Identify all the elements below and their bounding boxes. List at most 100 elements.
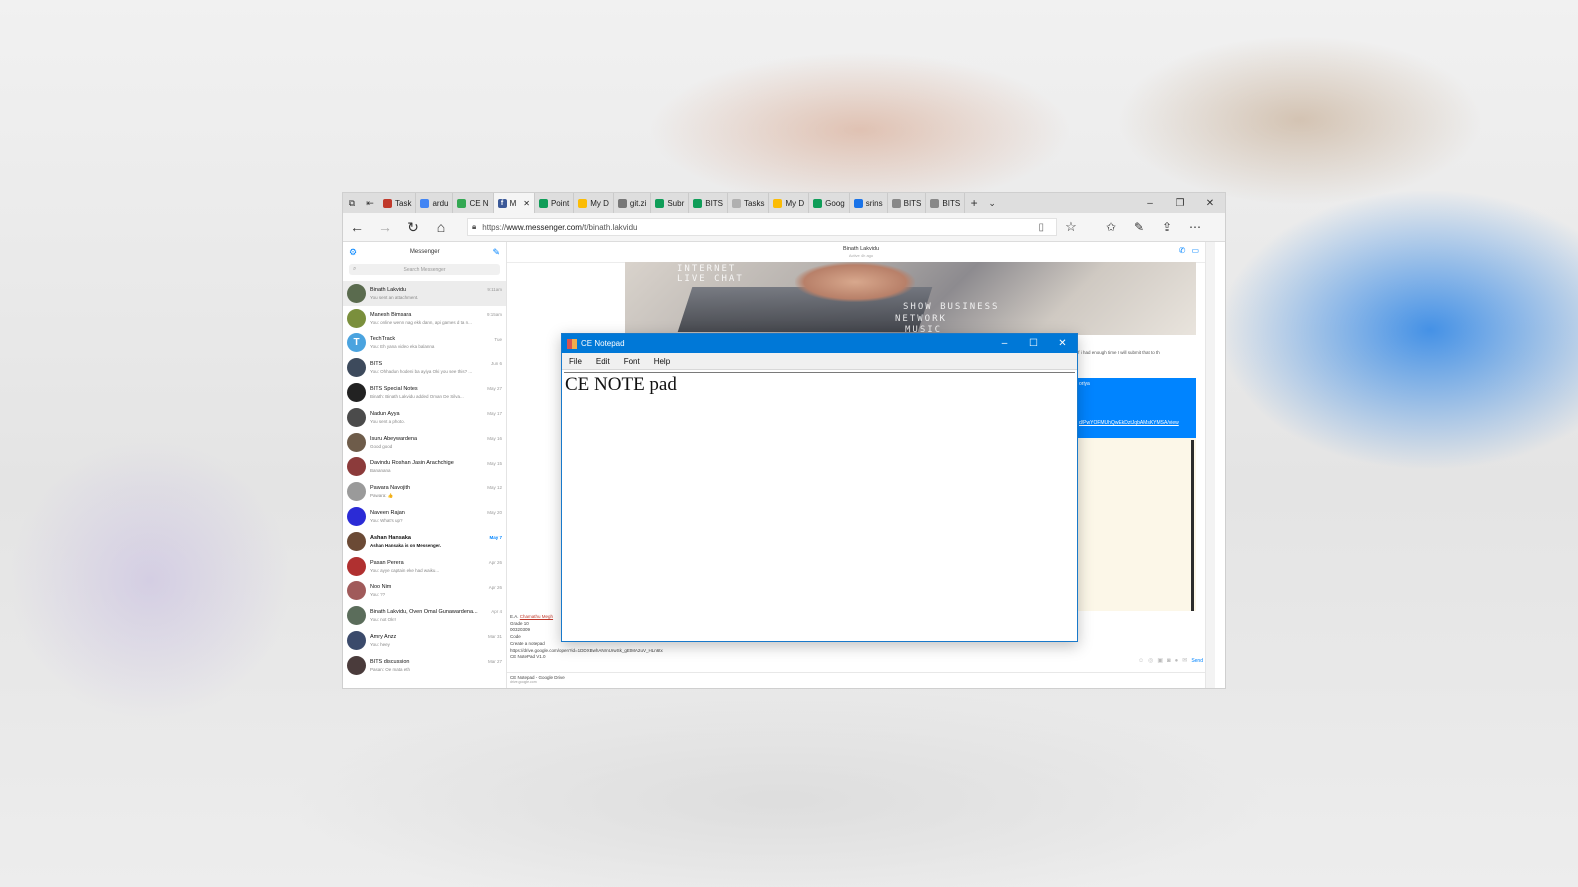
conversation-item[interactable]: T TechTrack You: Eh yana video eka balanna…: [343, 331, 506, 356]
game-icon[interactable]: ●: [1175, 658, 1179, 664]
sticker-icon[interactable]: ◎: [1148, 657, 1153, 664]
conversation-item[interactable]: Binath Lakvidu, Oven Omal Gunawardena...…: [343, 603, 506, 628]
conversation-item[interactable]: Binath Lakvidu You sent an attachment. 9:1…: [343, 281, 506, 306]
browser-tab[interactable]: Tasks: [728, 193, 770, 213]
conversation-item[interactable]: BITS You: Ohhadun hodeni ba ayiya Oki you…: [343, 355, 506, 380]
conversation-snippet: You: heey: [370, 642, 390, 648]
reading-view-icon[interactable]: ▯: [1038, 222, 1044, 233]
tab-close-icon[interactable]: ✕: [523, 199, 530, 208]
conversation-body: Pawara Navojith Pawara: 👍: [370, 485, 480, 499]
tab-favicon-icon: [891, 198, 901, 208]
back-arrow-icon[interactable]: ←: [343, 213, 371, 241]
conversation-item[interactable]: Pawara Navojith Pawara: 👍 May 12: [343, 479, 506, 504]
tab-favicon-icon: [693, 198, 703, 208]
phone-icon[interactable]: ✆: [1179, 246, 1186, 257]
shared-image[interactable]: INTERNET LIVE CHAT SHOW BUSINESS NETWORK…: [625, 262, 1196, 335]
tab-favicon-icon: [383, 198, 392, 208]
tab-favicon-icon: [457, 198, 467, 208]
conversation-item[interactable]: Nadun Ayya You sent a photo. May 17: [343, 405, 506, 430]
payment-icon[interactable]: ✉: [1182, 657, 1187, 664]
tab-label: BITS: [903, 198, 922, 208]
browser-tab[interactable]: My D: [769, 193, 810, 213]
notepad-title-bar[interactable]: CE Notepad – ☐ ✕: [562, 334, 1077, 353]
sent-message-link[interactable]: d/PwYOFMUhQwEkDztJqbAMsKYMSA/view: [1079, 420, 1179, 426]
set-aside-tabs-icon[interactable]: ⇤: [361, 193, 379, 213]
conversation-item[interactable]: Pasan Perera You: ayye captain eke had wa…: [343, 554, 506, 579]
tab-favicon-icon: [617, 198, 627, 208]
conversation-item[interactable]: BITS discussion Pasan: Oe mata eth Mar 27: [343, 653, 506, 678]
tab-label: M: [509, 198, 517, 208]
conversation-item[interactable]: Davindu Roshan Jasin Arachchige Bananana M…: [343, 455, 506, 480]
address-bar[interactable]: 🔒︎ https://www.messenger.com/t/binath.la…: [467, 218, 1057, 236]
camera-icon[interactable]: ◙: [1167, 658, 1171, 664]
browser-tab[interactable]: f M ✕: [493, 193, 535, 213]
notepad-menu-file[interactable]: File: [562, 357, 589, 366]
favorite-star-icon[interactable]: ☆: [1057, 213, 1085, 241]
conversation-item[interactable]: Manesh Bimsara You: online wenn nag ekk d…: [343, 306, 506, 331]
message-text: If i had enough time I will submit that …: [1077, 350, 1160, 355]
tab-list: Task ardu CE N f M ✕ Point My D git.zi Subr BITS Ta…: [379, 193, 966, 213]
browser-tab[interactable]: CE N: [453, 193, 494, 213]
browser-tab[interactable]: Task: [379, 193, 417, 213]
hand-graphic: [795, 262, 915, 302]
notepad-minimize-button[interactable]: –: [990, 334, 1019, 353]
gif-icon[interactable]: ▣: [1157, 657, 1163, 664]
browser-tab[interactable]: My D: [574, 193, 614, 213]
tab-list-chevron-down-icon[interactable]: ⌄: [983, 193, 1001, 213]
notepad-close-button[interactable]: ✕: [1048, 334, 1077, 353]
conversation-item[interactable]: Isuru Abeywardena Good good May 16: [343, 430, 506, 455]
notepad-menu-font[interactable]: Font: [617, 357, 647, 366]
new-tab-icon[interactable]: +: [965, 193, 983, 213]
browser-tab[interactable]: ardu: [416, 193, 454, 213]
lock-icon: 🔒︎: [472, 222, 477, 231]
gear-icon[interactable]: ⚙: [349, 247, 357, 258]
web-note-pen-icon[interactable]: ✎: [1125, 213, 1153, 241]
conversation-item[interactable]: BITS Special Notes Binath: Binath Lakvidu…: [343, 380, 506, 405]
video-icon[interactable]: ▭: [1191, 246, 1199, 257]
conversation-name: Binath Lakvidu: [370, 286, 407, 293]
conversation-name: Amry Anzz: [370, 634, 397, 641]
refresh-icon[interactable]: ↻: [399, 213, 427, 241]
attachment-preview[interactable]: CE Notepad - Google Drive drive.google.c…: [507, 672, 1215, 688]
more-menu-icon[interactable]: ⋯: [1181, 213, 1209, 241]
share-icon[interactable]: ⇪: [1153, 213, 1181, 241]
restore-button[interactable]: ❐: [1165, 193, 1195, 213]
notepad-menu-edit[interactable]: Edit: [589, 357, 617, 366]
scrollbar[interactable]: [1205, 242, 1215, 688]
emoji-icon[interactable]: ☺: [1138, 658, 1144, 664]
browser-tab[interactable]: Point: [535, 193, 575, 213]
browser-tab[interactable]: srins: [850, 193, 888, 213]
avatar: [347, 606, 366, 626]
browser-tab[interactable]: git.zi: [614, 193, 652, 213]
url-prefix: https://: [482, 222, 507, 232]
notepad-text-area[interactable]: CE NOTE pad: [564, 372, 1075, 639]
search-input[interactable]: ⌕ Search Messenger: [349, 264, 500, 275]
conversation-date: Mar 31: [487, 634, 502, 640]
minimize-button[interactable]: –: [1135, 193, 1165, 213]
conversation-name: Manesh Bimsara: [370, 311, 412, 318]
send-button[interactable]: Send: [1191, 658, 1203, 664]
notepad-maximize-button[interactable]: ☐: [1019, 334, 1048, 353]
conversation-item[interactable]: Ashan Hansaka Ashan Hansaka is on Messeng…: [343, 529, 506, 554]
conversation-item[interactable]: Naveen Rajan You: What's up? May 20: [343, 504, 506, 529]
close-button[interactable]: ✕: [1195, 193, 1225, 213]
conversation-snippet: You sent a photo.: [370, 418, 405, 424]
browser-tab[interactable]: Goog: [809, 193, 850, 213]
browser-tab[interactable]: BITS: [689, 193, 729, 213]
browser-tab[interactable]: BITS: [926, 193, 966, 213]
link-preview-card[interactable]: [1077, 438, 1196, 611]
conversation-date: Apr 26: [488, 559, 502, 565]
browser-tab[interactable]: Subr: [651, 193, 690, 213]
compose-icon[interactable]: ✎: [492, 247, 500, 258]
tab-preview-icon[interactable]: ⧉: [343, 193, 361, 213]
forward-arrow-icon[interactable]: →: [371, 213, 399, 241]
browser-tab[interactable]: BITS: [888, 193, 927, 213]
conversation-item[interactable]: Noo Nim You: ?? Apr 26: [343, 579, 506, 604]
notepad-menu-help[interactable]: Help: [647, 357, 677, 366]
favorites-hub-icon[interactable]: ✩: [1097, 213, 1125, 241]
conversation-item[interactable]: Amry Anzz You: heey Mar 31: [343, 628, 506, 653]
tab-favicon-icon: f: [497, 198, 507, 208]
home-icon[interactable]: ⌂: [427, 213, 455, 241]
tab-label: My D: [590, 198, 609, 208]
conversation-body: Noo Nim You: ??: [370, 584, 480, 597]
